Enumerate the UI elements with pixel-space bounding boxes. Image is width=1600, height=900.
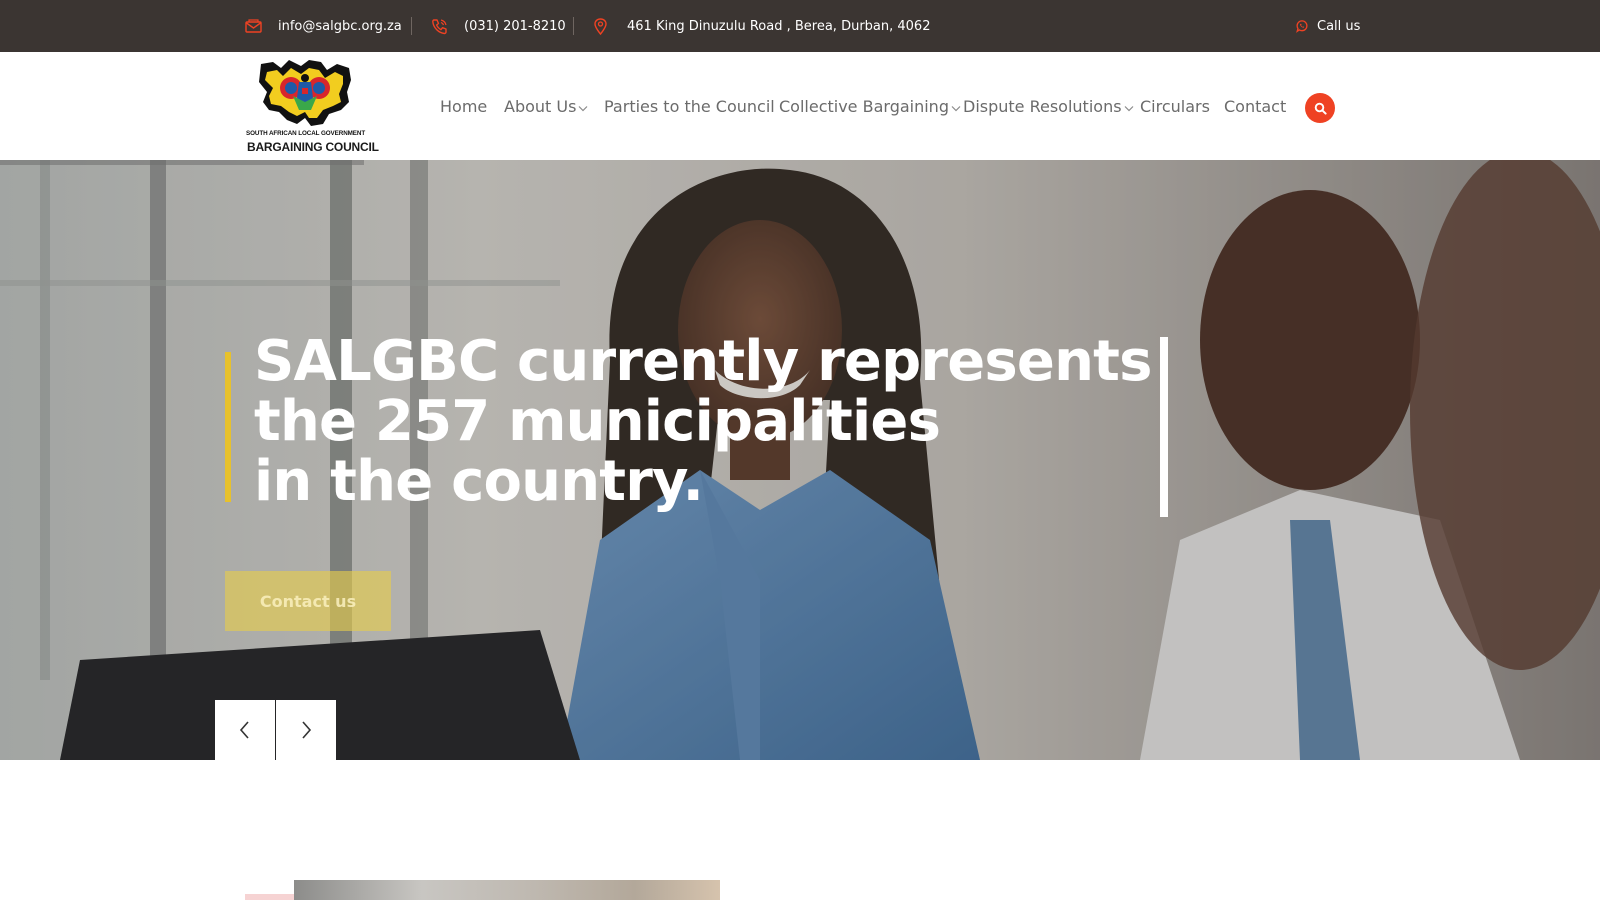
nav-item-label: Circulars — [1140, 96, 1210, 116]
email-text: info@salgbc.org.za — [278, 18, 402, 34]
call-us-text: Call us — [1317, 18, 1361, 34]
chevron-right-icon — [299, 720, 313, 740]
phone-icon — [431, 18, 448, 35]
nav-item-circulars[interactable]: Circulars — [1140, 52, 1210, 160]
contact-us-button[interactable]: Contact us — [225, 571, 391, 631]
nav-item-dispute-resolutions[interactable]: Dispute Resolutions — [963, 52, 1134, 160]
envelope-icon — [245, 19, 262, 33]
about-section — [0, 760, 1600, 900]
nav-item-home[interactable]: Home — [440, 52, 487, 160]
decorative-shape — [245, 894, 295, 900]
nav-item-about-us[interactable]: About Us — [504, 52, 588, 160]
nav-item-label: Collective Bargaining — [779, 96, 949, 116]
phone-contact[interactable]: (031) 201-8210 — [431, 0, 566, 52]
hero-title-line: SALGBC currently represents — [254, 329, 1152, 394]
search-button[interactable] — [1305, 93, 1335, 123]
hero-title-line: in the country. — [254, 449, 704, 514]
location-pin-icon — [594, 17, 607, 35]
chevron-down-icon — [578, 105, 588, 112]
email-contact[interactable]: info@salgbc.org.za — [245, 0, 402, 52]
nav-item-label: Home — [440, 96, 488, 116]
slider-progress-bar — [0, 160, 364, 165]
nav-item-collective-bargaining[interactable]: Collective Bargaining — [779, 52, 961, 160]
about-image — [294, 880, 720, 900]
top-contact-bar: info@salgbc.org.za (031) 201-8210 461 Ki… — [0, 0, 1600, 52]
title-accent-bar — [1160, 337, 1168, 517]
hero-slider: SALGBC currently represents the 257 muni… — [0, 160, 1600, 760]
slider-prev-button[interactable] — [215, 700, 275, 760]
hero-title-line: the 257 municipalities — [254, 389, 941, 454]
whatsapp-icon — [1295, 19, 1309, 33]
hero-title: SALGBC currently represents the 257 muni… — [254, 332, 1152, 512]
nav-item-parties-to-the-council[interactable]: Parties to the Council — [604, 52, 775, 160]
call-us-link[interactable]: Call us — [1295, 0, 1360, 52]
address-text: 461 King Dinuzulu Road , Berea, Durban, … — [627, 18, 931, 34]
divider — [573, 17, 574, 35]
address-contact[interactable]: 461 King Dinuzulu Road , Berea, Durban, … — [594, 0, 930, 52]
nav-item-label: Parties to the Council — [604, 96, 775, 116]
nav-item-label: Dispute Resolutions — [963, 96, 1122, 116]
main-navigation: Home About Us Parties to the Council Col… — [0, 52, 1600, 160]
chevron-down-icon — [1124, 105, 1134, 112]
slider-next-button[interactable] — [276, 700, 336, 760]
chevron-left-icon — [238, 720, 252, 740]
divider — [411, 17, 412, 35]
nav-item-contact[interactable]: Contact — [1224, 52, 1286, 160]
nav-item-label: Contact — [1224, 96, 1287, 116]
chevron-down-icon — [951, 105, 961, 112]
phone-text: (031) 201-8210 — [464, 18, 566, 34]
nav-item-label: About Us — [504, 96, 577, 116]
title-accent-bar — [225, 352, 231, 502]
search-icon — [1314, 102, 1327, 115]
